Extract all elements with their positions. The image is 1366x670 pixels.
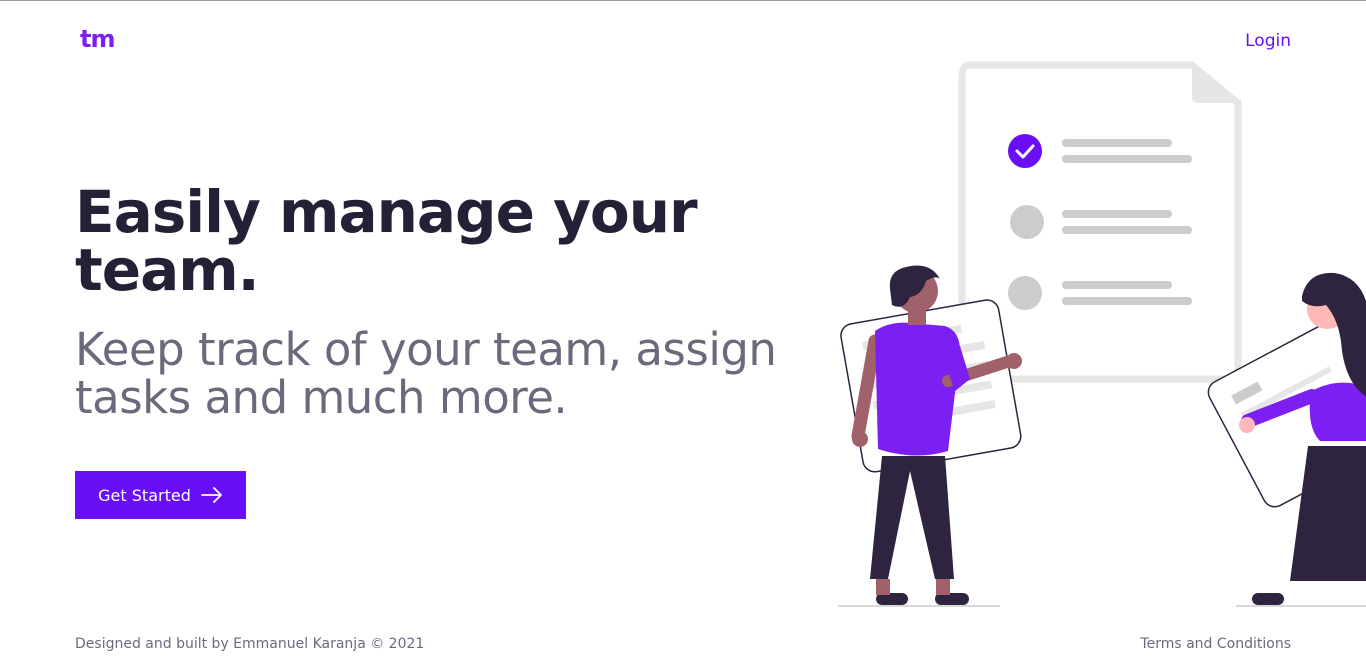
checklist-document bbox=[958, 61, 1242, 383]
logo[interactable]: tm bbox=[80, 25, 115, 53]
team-illustration bbox=[838, 61, 1366, 607]
login-link[interactable]: Login bbox=[1245, 31, 1291, 51]
get-started-button[interactable]: Get Started bbox=[75, 471, 246, 519]
hero-subtitle: Keep track of your team, assign tasks an… bbox=[75, 323, 777, 424]
terms-link[interactable]: Terms and Conditions bbox=[1140, 636, 1291, 652]
get-started-label: Get Started bbox=[98, 485, 191, 505]
checked-icon bbox=[1008, 134, 1042, 168]
unchecked-icon bbox=[1010, 205, 1044, 239]
footer-credit: Designed and built by Emmanuel Karanja ©… bbox=[75, 636, 425, 652]
person-left bbox=[840, 265, 1022, 605]
unchecked-icon bbox=[1008, 276, 1042, 310]
arrow-right-icon bbox=[200, 487, 223, 503]
hero-title: Easily manage your team. bbox=[75, 178, 698, 304]
